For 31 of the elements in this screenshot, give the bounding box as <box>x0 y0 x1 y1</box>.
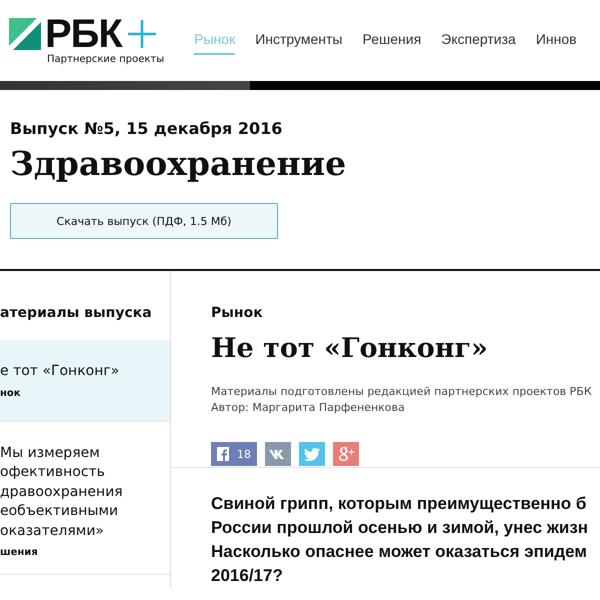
sidebar-item[interactable]: е тот «Гонконг» нок <box>0 340 170 422</box>
vk-icon <box>269 449 287 459</box>
article-title: Не тот «Гонконг» <box>211 333 489 364</box>
issue-title: Здравоохранение <box>10 144 346 183</box>
article-section: Рынок <box>211 305 600 321</box>
sidebar-heading: атериалы выпуска <box>0 305 153 323</box>
logo-text: РБК <box>45 16 122 52</box>
twitter-share-button[interactable] <box>299 442 325 466</box>
facebook-share-button[interactable]: 18 <box>211 442 257 466</box>
download-button[interactable]: Скачать выпуск (ПДФ, 1.5 Мб) <box>10 203 278 239</box>
googleplus-share-button[interactable] <box>333 442 359 466</box>
googleplus-icon <box>337 446 355 462</box>
bird-icon <box>304 448 320 460</box>
lead-text: 2016/17? <box>211 565 284 587</box>
lead-text: России прошлой осенью и зимой, унес жизн <box>211 517 590 539</box>
logo-icon <box>9 18 41 50</box>
share-count: 18 <box>237 448 251 460</box>
nav-tab[interactable]: Решения <box>362 24 422 54</box>
nav-tab[interactable]: Инструменты <box>255 24 342 54</box>
logo-tagline: Партнерские проекты <box>46 54 164 65</box>
nav-tab[interactable]: Экспертиза <box>441 24 516 54</box>
lead-text: Насколько опаснее может оказаться эпидем <box>211 541 588 563</box>
facebook-icon <box>217 447 229 461</box>
lead-text: Свиной грипп, которым преимущественно б <box>211 493 588 515</box>
vk-share-button[interactable] <box>265 442 291 466</box>
author-text: Автор: Маргарита Парфененкова <box>211 400 406 416</box>
credits-text: Материалы подготовлены редакцией партнерских проектов РБК <box>211 384 593 400</box>
plus-icon <box>126 18 158 50</box>
sidebar-item[interactable]: Мы измеряем офективность дравоохранения еобъективными оказателями» шения <box>0 422 170 575</box>
nav-tab[interactable]: Иннов <box>536 24 577 54</box>
issue-subtitle: Выпуск №5, 15 декабря 2016 <box>10 119 282 138</box>
